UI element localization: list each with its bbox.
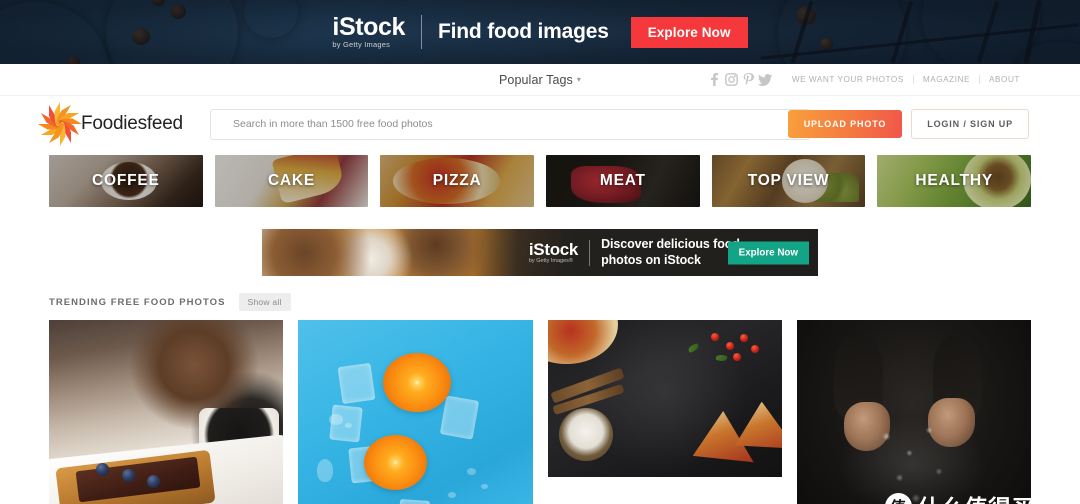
category-label: CAKE <box>267 172 316 189</box>
ad-explore-now-button[interactable]: Explore Now <box>727 241 809 264</box>
popular-tags-label: Popular Tags <box>498 72 573 87</box>
ad-headline: Discover delicious food photos on iStock <box>601 237 740 268</box>
nav-link-magazine[interactable]: MAGAZINE <box>914 75 979 84</box>
nav-link-about[interactable]: ABOUT <box>980 75 1029 84</box>
watermark-text: 什么值得买 <box>918 489 1032 504</box>
category-tile-healthy[interactable]: HEALTHY <box>877 155 1032 207</box>
trending-section-header: TRENDING FREE FOOD PHOTOS Show all <box>0 276 1080 320</box>
photo-artwork <box>298 320 533 504</box>
ad-headline-line1: Discover delicious food <box>601 237 740 252</box>
photo-card-hands-flour[interactable]: 值 什么值得买 <box>796 320 1032 504</box>
banner-headline: Find food images <box>438 20 609 43</box>
search-container <box>210 108 810 140</box>
category-label: MEAT <box>599 172 646 189</box>
category-tiles: COFFEE CAKE PIZZA MEAT TOP VIEW HEALTHY <box>0 152 1080 207</box>
istock-wordmark: iStock <box>528 239 579 259</box>
page-title: TRENDING FREE FOOD PHOTOS <box>49 296 226 308</box>
photo-grid: 值 什么值得买 <box>0 320 1080 504</box>
istock-tagline: by Getty Images <box>332 40 391 50</box>
istock-logo: iStock by Getty Images <box>332 15 405 49</box>
category-tile-coffee[interactable]: COFFEE <box>49 155 203 207</box>
istock-wordmark: iStock <box>332 13 406 42</box>
photo-card-pizza-slate[interactable] <box>547 320 782 477</box>
photo-artwork <box>49 320 284 504</box>
divider <box>589 239 591 266</box>
photo-card-oranges-ice[interactable] <box>298 320 533 504</box>
ad-row: iStock by Getty Images® Discover delicio… <box>0 207 1080 276</box>
divider <box>421 15 423 49</box>
chevron-down-icon: ▾ <box>576 74 582 84</box>
site-header: Foodiesfeed UPLOAD PHOTO LOGIN / SIGN UP <box>0 95 1080 152</box>
istock-logo: iStock by Getty Images® <box>528 239 579 265</box>
category-label: TOP VIEW <box>747 172 830 189</box>
instagram-icon[interactable] <box>723 72 740 87</box>
istock-ad-banner[interactable]: iStock by Getty Images® Discover delicio… <box>262 229 818 276</box>
category-tile-top-view[interactable]: TOP VIEW <box>711 155 866 207</box>
category-label: HEALTHY <box>915 172 994 189</box>
category-tile-pizza[interactable]: PIZZA <box>380 155 535 207</box>
watermark-badge: 值 <box>884 492 912 504</box>
facebook-icon[interactable] <box>706 72 723 87</box>
category-label: COFFEE <box>92 172 160 189</box>
pinwheel-icon <box>38 103 81 145</box>
category-label: PIZZA <box>432 172 482 189</box>
photo-artwork <box>547 320 782 477</box>
photo-artwork <box>796 320 1031 504</box>
top-promo-banner[interactable]: iStock by Getty Images Find food images … <box>0 0 1080 64</box>
upload-photo-button[interactable]: UPLOAD PHOTO <box>787 110 903 138</box>
brand-name: Foodiesfeed <box>81 113 183 134</box>
twitter-icon[interactable] <box>757 72 774 87</box>
istock-tagline: by Getty Images® <box>528 257 573 264</box>
ad-headline-line2: photos on iStock <box>601 252 701 267</box>
nav-link-we-want-your-photos[interactable]: WE WANT YOUR PHOTOS <box>783 75 913 84</box>
photo-card-pastry-blueberries[interactable] <box>49 320 284 504</box>
pinterest-icon[interactable] <box>740 72 757 87</box>
search-input[interactable] <box>210 108 810 140</box>
category-tile-cake[interactable]: CAKE <box>214 155 369 207</box>
watermark: 值 什么值得买 <box>884 489 1032 504</box>
login-signup-button[interactable]: LOGIN / SIGN UP <box>911 109 1029 139</box>
category-tile-meat[interactable]: MEAT <box>546 155 700 207</box>
show-all-button[interactable]: Show all <box>238 293 291 311</box>
brand-home-link[interactable]: Foodiesfeed <box>38 103 183 145</box>
explore-now-button[interactable]: Explore Now <box>630 16 748 48</box>
utility-nav: Popular Tags ▾ WE WANT YOUR PHOTOS MAGAZI… <box>0 64 1080 95</box>
